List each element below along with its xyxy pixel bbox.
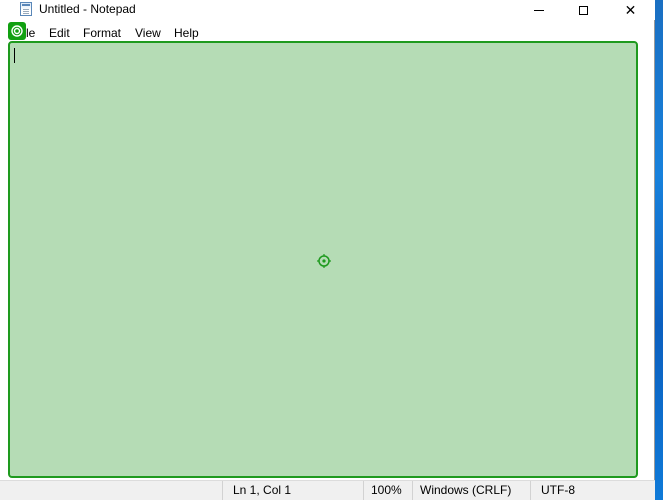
status-zoom: 100% xyxy=(363,481,412,500)
title-bar[interactable]: Untitled - Notepad ✕ xyxy=(0,0,655,20)
menu-bar: le Edit Format View Help xyxy=(0,24,655,42)
status-line-ending: Windows (CRLF) xyxy=(412,481,530,500)
menu-format[interactable]: Format xyxy=(83,26,121,40)
status-cursor-position: Ln 1, Col 1 xyxy=(222,481,363,500)
notepad-icon xyxy=(20,2,32,16)
maximize-icon xyxy=(579,5,588,15)
menu-edit[interactable]: Edit xyxy=(49,26,70,40)
menu-view[interactable]: View xyxy=(135,26,161,40)
text-caret xyxy=(14,48,15,63)
minimize-icon xyxy=(533,9,544,11)
desktop-background xyxy=(655,0,663,500)
minimize-button[interactable] xyxy=(516,0,561,20)
status-bar: Ln 1, Col 1 100% Windows (CRLF) UTF-8 xyxy=(0,480,655,500)
window-title: Untitled - Notepad xyxy=(39,2,136,16)
maximize-button[interactable] xyxy=(561,0,606,20)
text-editor-area[interactable] xyxy=(8,41,638,478)
notepad-window: Untitled - Notepad ✕ le Edit Format View… xyxy=(0,0,655,500)
close-button[interactable]: ✕ xyxy=(606,0,655,20)
menu-help[interactable]: Help xyxy=(174,26,199,40)
close-icon: ✕ xyxy=(624,2,637,18)
crosshair-target-icon xyxy=(317,254,331,268)
target-rings-icon xyxy=(11,25,23,37)
menu-file[interactable]: le xyxy=(26,26,35,40)
target-badge-icon xyxy=(8,22,26,40)
status-encoding: UTF-8 xyxy=(530,481,655,500)
